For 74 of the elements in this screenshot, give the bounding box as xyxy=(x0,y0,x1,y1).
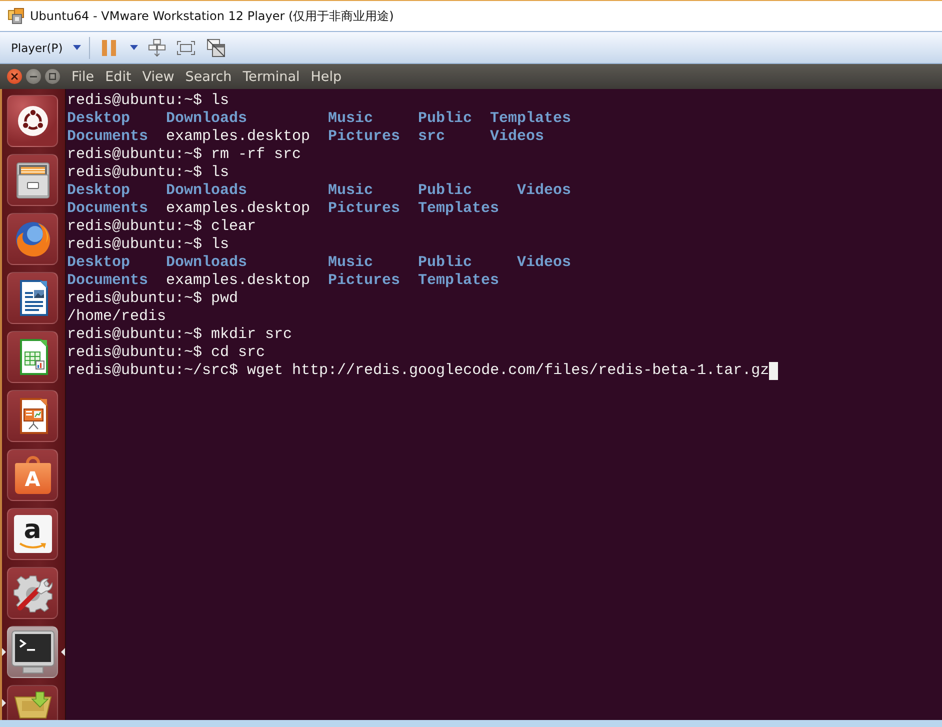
terminal-line: redis@ubuntu:~$ clear xyxy=(67,218,256,236)
directory-name: Videos xyxy=(490,128,544,146)
caret-icon xyxy=(130,45,138,50)
launcher-button[interactable] xyxy=(7,685,58,720)
terminal-line: redis@ubuntu:~/src$ wget http://redis.googlecode.com/files/redis-beta-1.tar.gz xyxy=(67,362,770,380)
minimize-button[interactable] xyxy=(26,69,41,84)
directory-name: Music xyxy=(328,110,374,128)
menu-item[interactable]: Edit xyxy=(100,66,137,88)
directory-name: Public xyxy=(418,110,472,128)
pause-icon xyxy=(102,40,116,56)
window-title: Ubuntu64 - VMware Workstation 12 Player (仅用于非商业用途) xyxy=(30,8,394,24)
terminal-icon xyxy=(10,630,54,674)
directory-name: Templates xyxy=(418,272,500,290)
maximize-icon xyxy=(49,73,56,80)
menu-item[interactable]: View xyxy=(136,66,180,88)
directory-name: Music xyxy=(328,182,374,200)
directory-name: Downloads xyxy=(166,110,248,128)
directory-name: Videos xyxy=(517,182,572,200)
terminal-line: /home/redis xyxy=(67,308,166,326)
launcher-button[interactable] xyxy=(7,390,58,442)
terminal-line: redis@ubuntu:~$ pwd xyxy=(67,290,238,308)
gear-wrench-icon xyxy=(12,573,52,613)
minimize-icon xyxy=(30,73,37,80)
file-name: examples.desktop xyxy=(166,128,310,146)
terminal-line: redis@ubuntu:~$ rm -rf src xyxy=(67,146,302,164)
menu-item[interactable]: File xyxy=(66,66,100,88)
launcher-button[interactable] xyxy=(7,272,58,324)
launcher-button[interactable] xyxy=(7,567,58,619)
directory-name: Desktop xyxy=(67,110,130,128)
stacked-boxes-icon xyxy=(148,38,166,56)
launcher-button[interactable] xyxy=(7,331,58,383)
close-button[interactable] xyxy=(7,69,22,84)
directory-name: Templates xyxy=(418,200,500,218)
directory-name: Documents xyxy=(67,200,148,218)
launcher-button[interactable]: a xyxy=(7,508,58,560)
fullscreen-icon xyxy=(176,38,195,56)
download-tray-icon xyxy=(12,691,52,719)
overlapping-squares-icon xyxy=(8,8,24,24)
directory-name: Public xyxy=(418,182,472,200)
bag-letter: A xyxy=(24,468,40,490)
directory-name: src xyxy=(418,128,446,146)
terminal-line: redis@ubuntu:~$ mkdir src xyxy=(67,326,292,344)
caret-icon xyxy=(72,45,81,50)
directory-name: Pictures xyxy=(328,128,400,146)
terminal-line: redis@ubuntu:~$ cd src xyxy=(67,344,266,362)
directory-name: Downloads xyxy=(166,254,248,272)
terminal-line: redis@ubuntu:~$ ls xyxy=(67,92,230,110)
maximize-button[interactable] xyxy=(45,69,60,84)
logo-letter: a xyxy=(24,518,42,542)
directory-name: Downloads xyxy=(166,182,248,200)
menu-item[interactable]: Search xyxy=(180,66,238,88)
directory-name: Documents xyxy=(67,128,148,146)
directory-name: Documents xyxy=(67,272,148,290)
file-name: examples.desktop xyxy=(166,200,310,218)
launcher-button[interactable] xyxy=(7,154,58,206)
crossed-windows-icon xyxy=(206,38,225,56)
terminal-line: redis@ubuntu:~$ ls xyxy=(67,236,230,254)
directory-name: Templates xyxy=(490,110,572,128)
directory-name: Pictures xyxy=(328,200,400,218)
directory-name: Pictures xyxy=(328,272,400,290)
close-icon xyxy=(11,73,18,80)
launcher-button[interactable] xyxy=(7,626,58,678)
menu-item[interactable]: Help xyxy=(305,66,348,88)
directory-name: Public xyxy=(418,254,472,272)
smile-arrow-icon xyxy=(18,542,46,550)
menu-item[interactable]: Terminal xyxy=(237,66,306,88)
terminal-line: redis@ubuntu:~$ ls xyxy=(67,164,230,182)
file-name: examples.desktop xyxy=(166,272,310,290)
directory-name: Desktop xyxy=(67,182,130,200)
directory-name: Music xyxy=(328,254,374,272)
directory-name: Videos xyxy=(517,254,572,272)
launcher-button[interactable] xyxy=(7,95,58,147)
directory-name: Desktop xyxy=(67,254,130,272)
player-menu-button[interactable]: Player(P) xyxy=(6,36,86,60)
